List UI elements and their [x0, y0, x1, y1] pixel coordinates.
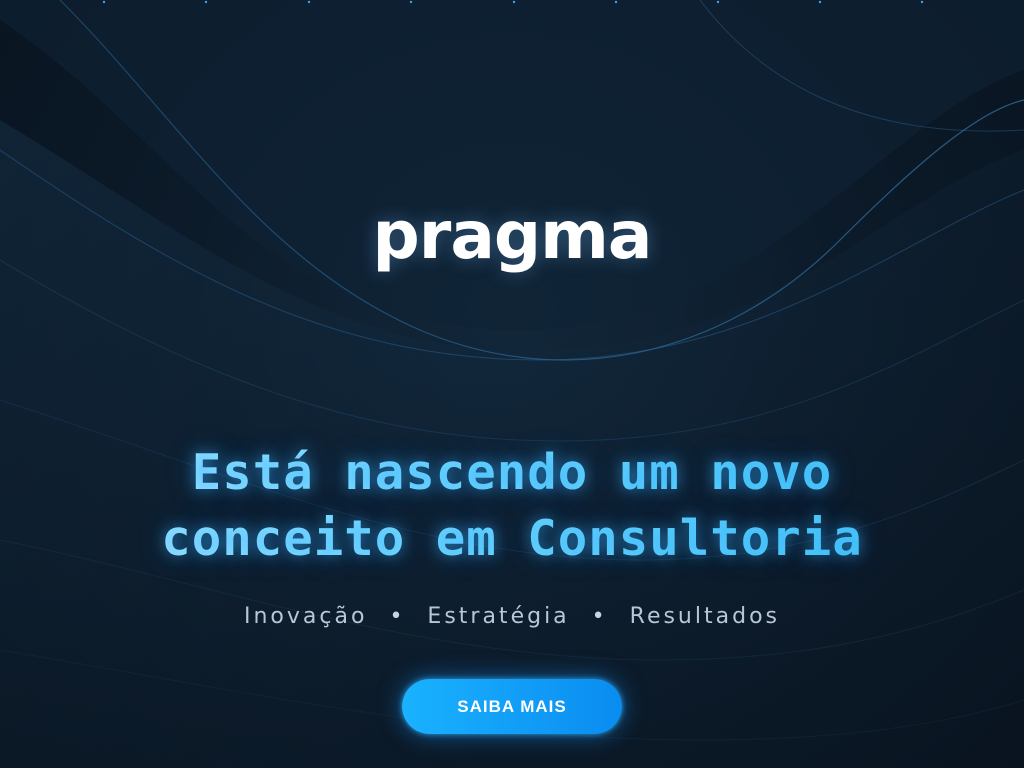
tagline-separator: • [591, 604, 608, 629]
wave-background [0, 0, 1024, 768]
tagline: Inovação • Estratégia • Resultados [0, 602, 1024, 632]
headline-line-2: conceito em Consultoria [0, 506, 1024, 572]
saiba-mais-button[interactable]: SAIBA MAIS [402, 679, 622, 734]
top-dot-pattern [102, 0, 924, 4]
hero-headline: Está nascendo um novo conceito em Consul… [0, 440, 1024, 572]
tagline-separator: • [389, 604, 406, 629]
hero-section: pragma Está nascendo um novo conceito em… [0, 0, 1024, 768]
headline-line-1: Está nascendo um novo [0, 440, 1024, 506]
tagline-item-estrategia: Estratégia [427, 604, 570, 629]
tagline-item-inovacao: Inovação [244, 604, 368, 629]
tagline-item-resultados: Resultados [629, 604, 780, 629]
brand-logo: pragma [372, 197, 653, 274]
